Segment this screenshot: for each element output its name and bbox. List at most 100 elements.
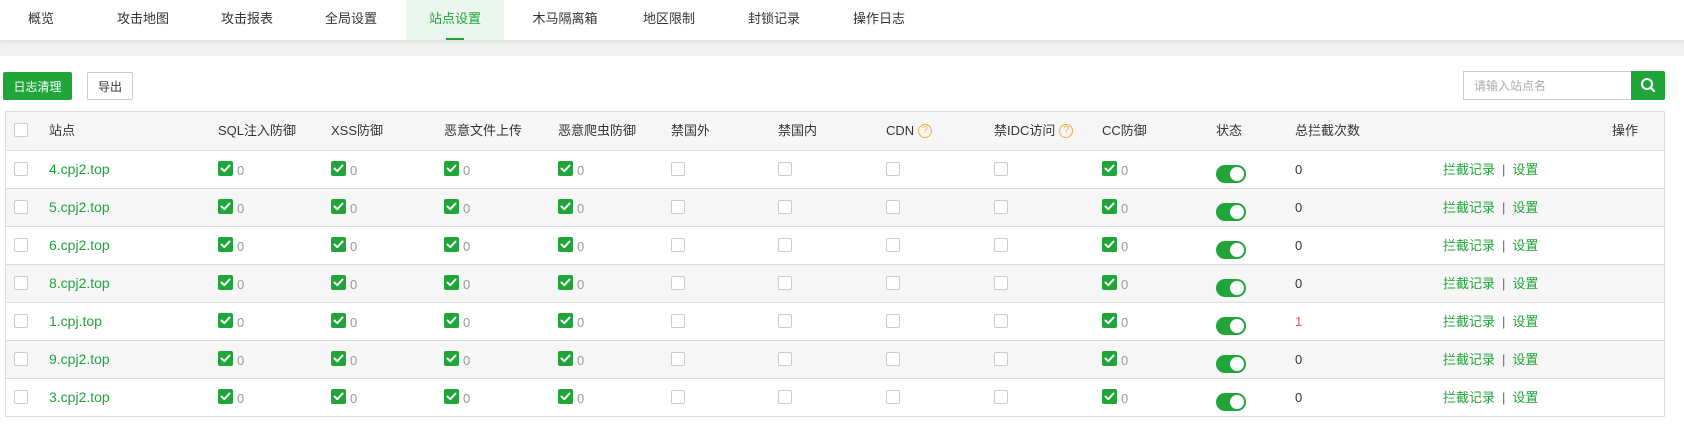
- site-link[interactable]: 8.cpj2.top: [49, 275, 110, 291]
- block-log-link[interactable]: 拦截记录: [1443, 352, 1495, 367]
- row-select-checkbox[interactable]: [14, 352, 28, 366]
- cc-checkbox[interactable]: [1102, 313, 1117, 328]
- cc-checkbox[interactable]: [1102, 389, 1117, 404]
- settings-link[interactable]: 设置: [1512, 276, 1538, 291]
- crawler-checkbox[interactable]: [558, 351, 573, 366]
- crawler-checkbox[interactable]: [558, 389, 573, 404]
- sql-checkbox[interactable]: [218, 351, 233, 366]
- sql-checkbox[interactable]: [218, 313, 233, 328]
- sql-checkbox[interactable]: [218, 389, 233, 404]
- crawler-checkbox[interactable]: [558, 313, 573, 328]
- crawler-checkbox[interactable]: [558, 199, 573, 214]
- sql-checkbox[interactable]: [218, 199, 233, 214]
- clear-log-button[interactable]: 日志清理: [3, 72, 72, 100]
- row-select-checkbox[interactable]: [14, 390, 28, 404]
- settings-link[interactable]: 设置: [1512, 314, 1538, 329]
- cc-checkbox[interactable]: [1102, 161, 1117, 176]
- idc-checkbox[interactable]: [994, 200, 1008, 214]
- cdn-checkbox[interactable]: [886, 390, 900, 404]
- settings-link[interactable]: 设置: [1512, 238, 1538, 253]
- row-select-checkbox[interactable]: [14, 276, 28, 290]
- tab-operation-log[interactable]: 操作日志: [838, 0, 920, 40]
- sql-checkbox[interactable]: [218, 237, 233, 252]
- status-toggle[interactable]: [1216, 355, 1246, 373]
- status-toggle[interactable]: [1216, 165, 1246, 183]
- xss-checkbox[interactable]: [331, 313, 346, 328]
- tab-trojan-quarantine[interactable]: 木马隔离箱: [520, 0, 610, 40]
- ban-domestic-checkbox[interactable]: [778, 162, 792, 176]
- cc-checkbox[interactable]: [1102, 199, 1117, 214]
- ban-domestic-checkbox[interactable]: [778, 276, 792, 290]
- crawler-checkbox[interactable]: [558, 237, 573, 252]
- cdn-checkbox[interactable]: [886, 314, 900, 328]
- upload-checkbox[interactable]: [444, 351, 459, 366]
- ban-abroad-checkbox[interactable]: [671, 314, 685, 328]
- xss-checkbox[interactable]: [331, 237, 346, 252]
- idc-help-icon[interactable]: ?: [1059, 123, 1074, 138]
- idc-checkbox[interactable]: [994, 162, 1008, 176]
- crawler-checkbox[interactable]: [558, 161, 573, 176]
- ban-abroad-checkbox[interactable]: [671, 352, 685, 366]
- site-link[interactable]: 9.cpj2.top: [49, 351, 110, 367]
- select-all-checkbox[interactable]: [14, 123, 28, 137]
- export-button[interactable]: 导出: [87, 72, 133, 100]
- block-log-link[interactable]: 拦截记录: [1443, 390, 1495, 405]
- xss-checkbox[interactable]: [331, 199, 346, 214]
- status-toggle[interactable]: [1216, 203, 1246, 221]
- ban-domestic-checkbox[interactable]: [778, 390, 792, 404]
- sql-checkbox[interactable]: [218, 275, 233, 290]
- row-select-checkbox[interactable]: [14, 314, 28, 328]
- ban-domestic-checkbox[interactable]: [778, 314, 792, 328]
- cdn-help-icon[interactable]: ?: [918, 123, 933, 138]
- status-toggle[interactable]: [1216, 241, 1246, 259]
- idc-checkbox[interactable]: [994, 352, 1008, 366]
- ban-domestic-checkbox[interactable]: [778, 200, 792, 214]
- cc-checkbox[interactable]: [1102, 275, 1117, 290]
- row-select-checkbox[interactable]: [14, 162, 28, 176]
- xss-checkbox[interactable]: [331, 351, 346, 366]
- cc-checkbox[interactable]: [1102, 237, 1117, 252]
- cdn-checkbox[interactable]: [886, 162, 900, 176]
- upload-checkbox[interactable]: [444, 199, 459, 214]
- ban-abroad-checkbox[interactable]: [671, 276, 685, 290]
- upload-checkbox[interactable]: [444, 313, 459, 328]
- upload-checkbox[interactable]: [444, 275, 459, 290]
- settings-link[interactable]: 设置: [1512, 162, 1538, 177]
- upload-checkbox[interactable]: [444, 237, 459, 252]
- ban-abroad-checkbox[interactable]: [671, 200, 685, 214]
- xss-checkbox[interactable]: [331, 161, 346, 176]
- row-select-checkbox[interactable]: [14, 238, 28, 252]
- status-toggle[interactable]: [1216, 393, 1246, 411]
- status-toggle[interactable]: [1216, 279, 1246, 297]
- site-link[interactable]: 5.cpj2.top: [49, 199, 110, 215]
- block-log-link[interactable]: 拦截记录: [1443, 238, 1495, 253]
- crawler-checkbox[interactable]: [558, 275, 573, 290]
- ban-domestic-checkbox[interactable]: [778, 352, 792, 366]
- xss-checkbox[interactable]: [331, 275, 346, 290]
- upload-checkbox[interactable]: [444, 389, 459, 404]
- site-link[interactable]: 4.cpj2.top: [49, 161, 110, 177]
- block-log-link[interactable]: 拦截记录: [1443, 314, 1495, 329]
- site-link[interactable]: 1.cpj.top: [49, 313, 102, 329]
- ban-abroad-checkbox[interactable]: [671, 390, 685, 404]
- cdn-checkbox[interactable]: [886, 238, 900, 252]
- tab-attack-map[interactable]: 攻击地图: [102, 0, 184, 40]
- tab-site-settings[interactable]: 站点设置: [406, 0, 504, 40]
- ban-abroad-checkbox[interactable]: [671, 238, 685, 252]
- tab-attack-report[interactable]: 攻击报表: [206, 0, 288, 40]
- idc-checkbox[interactable]: [994, 390, 1008, 404]
- settings-link[interactable]: 设置: [1512, 352, 1538, 367]
- site-link[interactable]: 3.cpj2.top: [49, 389, 110, 405]
- site-search-input[interactable]: [1463, 71, 1631, 100]
- tab-block-records[interactable]: 封锁记录: [733, 0, 815, 40]
- cdn-checkbox[interactable]: [886, 352, 900, 366]
- xss-checkbox[interactable]: [331, 389, 346, 404]
- status-toggle[interactable]: [1216, 317, 1246, 335]
- block-log-link[interactable]: 拦截记录: [1443, 276, 1495, 291]
- tab-region-limit[interactable]: 地区限制: [628, 0, 710, 40]
- block-log-link[interactable]: 拦截记录: [1443, 200, 1495, 215]
- search-button[interactable]: [1631, 71, 1665, 100]
- settings-link[interactable]: 设置: [1512, 200, 1538, 215]
- cdn-checkbox[interactable]: [886, 276, 900, 290]
- idc-checkbox[interactable]: [994, 314, 1008, 328]
